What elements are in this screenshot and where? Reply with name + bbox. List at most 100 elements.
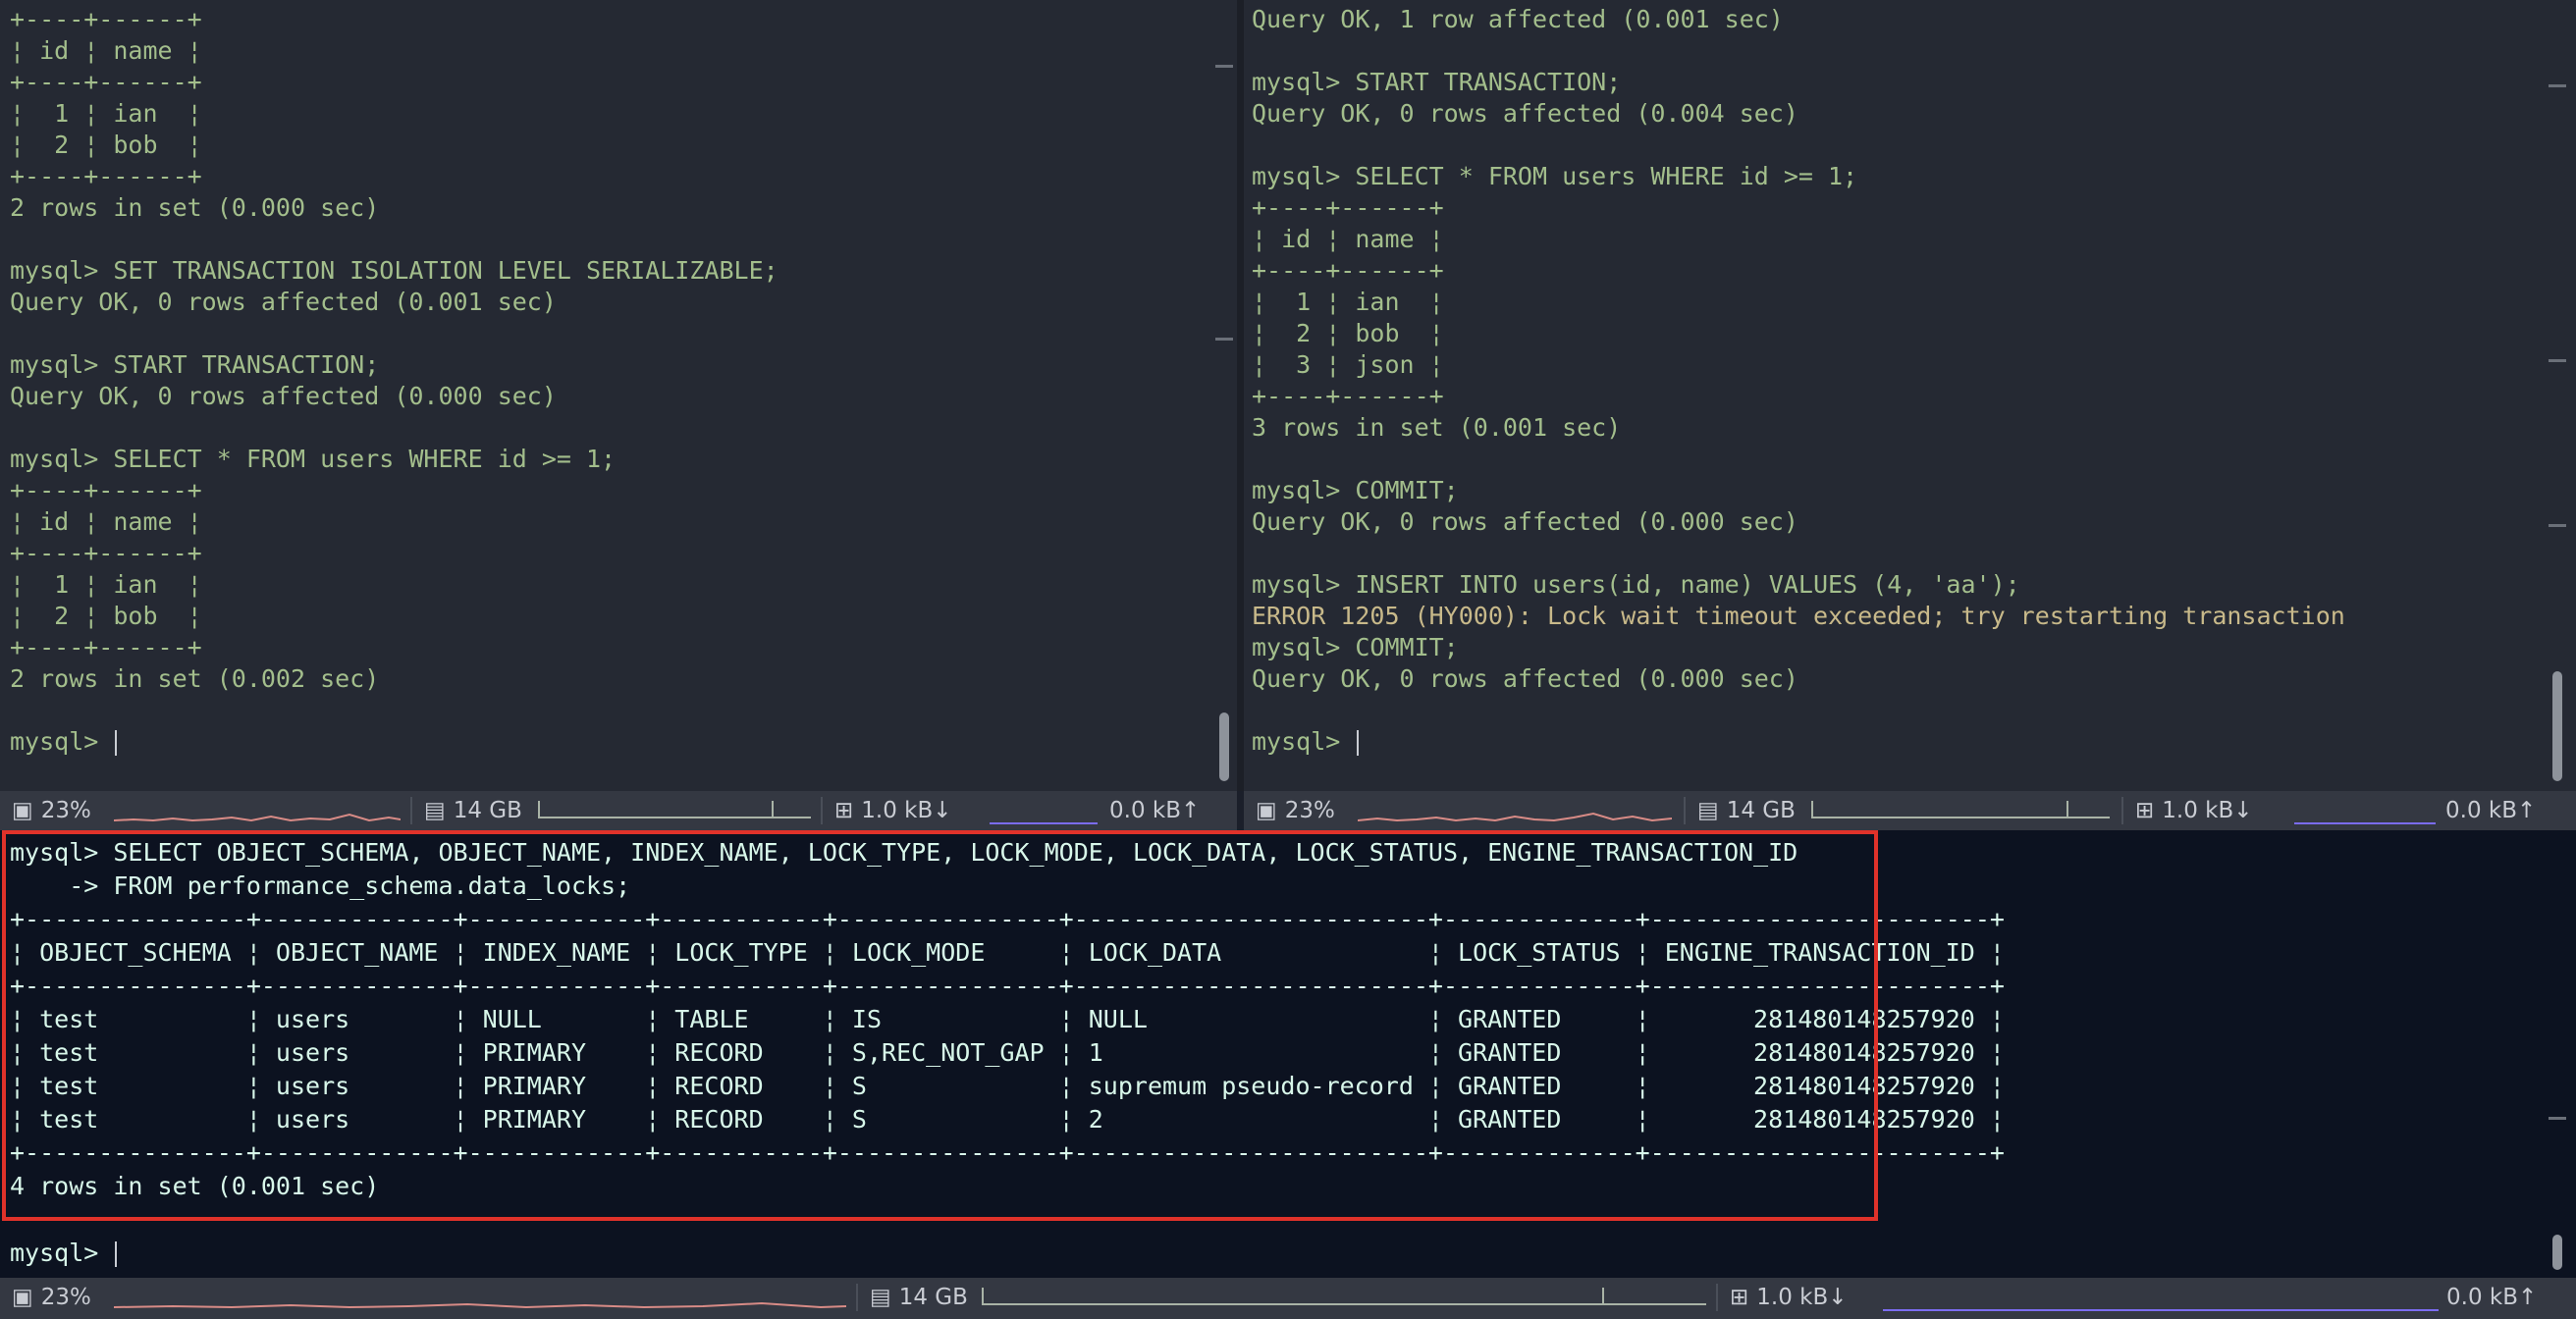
memory-bar	[538, 801, 811, 818]
terminal-line: Query OK, 1 row affected (0.001 sec)	[1252, 5, 1784, 33]
terminal-line: ¦ test ¦ users ¦ PRIMARY ¦ RECORD ¦ S ¦ …	[10, 1072, 2005, 1100]
terminal-line: +----+------+	[1252, 193, 1444, 222]
cpu-icon: ▣	[1256, 798, 1277, 823]
terminal-line: ¦ 2 ¦ bob ¦	[1252, 319, 1444, 347]
terminal-line: mysql> SELECT * FROM users WHERE id >= 1…	[10, 445, 617, 473]
network-graph	[1883, 1309, 2439, 1311]
status-bar-top-right: ▣ 23% ▤ 14 GB ⊞ 1.0 kB↓ 0.0 kB↑	[1244, 791, 2576, 830]
terminal-line: +---------------+-------------+---------…	[10, 972, 2005, 1000]
cpu-usage: 23%	[40, 798, 91, 823]
scrollbar-thumb[interactable]	[2552, 671, 2562, 781]
terminal-line: ERROR 1205 (HY000): Lock wait timeout ex…	[1252, 602, 2345, 630]
terminal-line: Query OK, 0 rows affected (0.000 sec)	[1252, 664, 1798, 693]
terminal-line: +---------------+-------------+---------…	[10, 905, 2005, 933]
terminal-line: ¦ 1 ¦ ian ¦	[1252, 288, 1444, 316]
status-bar-bottom: ▣ 23% ▤ 14 GB ⊞ 1.0 kB↓ 0.0 kB↑	[0, 1278, 2576, 1319]
terminal-line: mysql> START TRANSACTION;	[1252, 68, 1622, 96]
network-icon: ⊞	[1730, 1285, 1749, 1310]
memory-icon: ▤	[1697, 798, 1719, 823]
scrollbar-top-right[interactable]	[2549, 0, 2566, 791]
pane-divider[interactable]	[1237, 0, 1244, 791]
terminal-line: +---------------+-------------+---------…	[10, 1138, 2005, 1167]
network-down: 1.0 kB↓	[1756, 1285, 1848, 1310]
scrollbar-thumb[interactable]	[1219, 712, 1229, 781]
terminal-line: mysql> SET TRANSACTION ISOLATION LEVEL S…	[10, 256, 778, 285]
terminal-line: ¦ 1 ¦ ian ¦	[10, 99, 202, 128]
terminal-line: mysql> SELECT * FROM users WHERE id >= 1…	[1252, 162, 1858, 190]
command-prompt[interactable]: mysql>	[10, 1237, 2005, 1270]
terminal-line: ¦ 3 ¦ json ¦	[1252, 350, 1444, 379]
terminal-line: ¦ test ¦ users ¦ PRIMARY ¦ RECORD ¦ S,RE…	[10, 1038, 2005, 1067]
memory-usage: 14 GB	[898, 1285, 968, 1310]
terminal-line: Query OK, 0 rows affected (0.000 sec)	[1252, 507, 1798, 536]
terminal-line: ¦ id ¦ name ¦	[10, 507, 202, 536]
terminal-line: mysql> SELECT OBJECT_SCHEMA, OBJECT_NAME…	[10, 838, 1798, 867]
memory-usage: 14 GB	[1726, 798, 1796, 823]
terminal-line: ¦ test ¦ users ¦ NULL ¦ TABLE ¦ IS ¦ NUL…	[10, 1005, 2005, 1033]
network-up: 0.0 kB↑	[2446, 1285, 2538, 1310]
terminal-line: +----+------+	[10, 633, 202, 661]
cpu-sparkline	[1358, 812, 1672, 822]
terminal-pane-top-left[interactable]: +----+------+ ¦ id ¦ name ¦ +----+------+ ¦…	[0, 0, 1237, 791]
prompt-label: mysql>	[10, 727, 114, 756]
command-prompt[interactable]: mysql>	[10, 726, 778, 758]
terminal-line: Query OK, 0 rows affected (0.004 sec)	[1252, 99, 1798, 128]
prompt-label: mysql>	[1252, 727, 1356, 756]
terminal-output: Query OK, 1 row affected (0.001 sec) mysq…	[1252, 4, 2345, 758]
cpu-sparkline	[114, 1301, 846, 1309]
terminal-line: +----+------+	[10, 162, 202, 190]
memory-bar	[1811, 801, 2110, 818]
terminal-line: Query OK, 0 rows affected (0.001 sec)	[10, 288, 557, 316]
terminal-line: 4 rows in set (0.001 sec)	[10, 1172, 380, 1200]
memory-icon: ▤	[870, 1285, 891, 1310]
cpu-icon: ▣	[12, 1285, 33, 1310]
cpu-sparkline	[114, 813, 401, 822]
network-graph	[2294, 822, 2436, 824]
scrollbar-top-left[interactable]	[1215, 0, 1233, 791]
terminal-line: +----+------+	[1252, 256, 1444, 285]
memory-usage: 14 GB	[453, 798, 522, 823]
terminal-line: 2 rows in set (0.000 sec)	[10, 193, 380, 222]
terminal-line: -> FROM performance_schema.data_locks;	[10, 871, 631, 900]
network-down: 1.0 kB↓	[2162, 798, 2253, 823]
terminal-line: ¦ OBJECT_SCHEMA ¦ OBJECT_NAME ¦ INDEX_NA…	[10, 938, 2005, 967]
terminal-line: +----+------+	[10, 68, 202, 96]
network-up: 0.0 kB↑	[1109, 798, 1201, 823]
scrollbar-bottom[interactable]	[2549, 830, 2566, 1278]
terminal-line: 2 rows in set (0.002 sec)	[10, 664, 380, 693]
terminal-line: mysql> START TRANSACTION;	[10, 350, 380, 379]
terminal-line: mysql> COMMIT;	[1252, 633, 1459, 661]
memory-bar	[982, 1288, 1706, 1305]
scrollbar-thumb[interactable]	[2552, 1235, 2562, 1270]
network-icon: ⊞	[2135, 798, 2155, 823]
terminal-line: 3 rows in set (0.001 sec)	[1252, 413, 1622, 442]
terminal-line: +----+------+	[10, 539, 202, 567]
network-icon: ⊞	[834, 798, 854, 823]
text-cursor	[1357, 730, 1360, 756]
terminal-line: +----+------+	[1252, 382, 1444, 410]
network-graph	[990, 822, 1098, 824]
terminal-line: mysql> INSERT INTO users(id, name) VALUE…	[1252, 570, 2020, 599]
command-prompt[interactable]: mysql>	[1252, 726, 2345, 758]
cpu-icon: ▣	[12, 798, 33, 823]
memory-icon: ▤	[424, 798, 446, 823]
network-up: 0.0 kB↑	[2445, 798, 2537, 823]
terminal-output: +----+------+ ¦ id ¦ name ¦ +----+------+ ¦…	[10, 4, 778, 758]
terminal-line: +----+------+	[10, 5, 202, 33]
terminal-pane-top-right[interactable]: Query OK, 1 row affected (0.001 sec) mysq…	[1244, 0, 2576, 791]
prompt-label: mysql>	[10, 1239, 114, 1267]
terminal-pane-bottom[interactable]: mysql> SELECT OBJECT_SCHEMA, OBJECT_NAME…	[0, 830, 2576, 1278]
terminal-line: ¦ 1 ¦ ian ¦	[10, 570, 202, 599]
terminal-line: ¦ id ¦ name ¦	[1252, 225, 1444, 253]
cpu-usage: 23%	[1284, 798, 1335, 823]
terminal-line: ¦ 2 ¦ bob ¦	[10, 602, 202, 630]
